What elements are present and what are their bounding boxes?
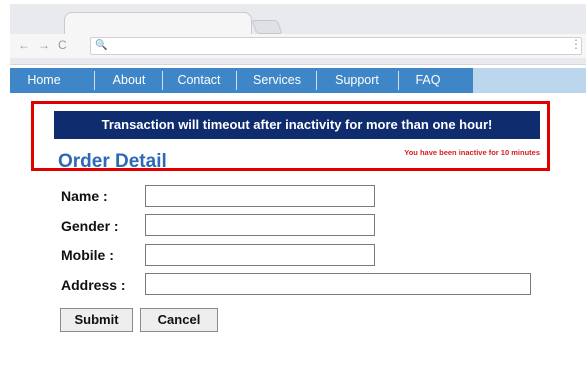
nav-separator — [162, 71, 163, 90]
nav-separator — [94, 71, 95, 90]
nav-separator — [236, 71, 237, 90]
submit-button[interactable]: Submit — [60, 308, 133, 332]
gender-field[interactable] — [145, 214, 375, 236]
nav-item-services[interactable]: Services — [238, 68, 316, 93]
reload-icon[interactable]: C — [58, 38, 67, 52]
address-field[interactable] — [145, 273, 531, 295]
cancel-button[interactable]: Cancel — [140, 308, 218, 332]
nav-item-faq[interactable]: FAQ — [400, 68, 456, 93]
new-tab-button[interactable] — [251, 20, 283, 34]
name-label: Name : — [61, 188, 108, 204]
site-nav: Home About Contact Services Support FAQ — [10, 68, 586, 93]
back-icon[interactable]: ← — [18, 38, 30, 52]
mobile-field[interactable] — [145, 244, 375, 266]
highlight-box — [31, 101, 550, 171]
mobile-label: Mobile : — [61, 247, 114, 263]
browser-window: ← → C 🔍 ⋮ Home About Contact Services Su… — [0, 0, 588, 370]
nav-separator — [316, 71, 317, 90]
address-label: Address : — [61, 277, 126, 293]
browser-toolbar: ← → C 🔍 ⋮ — [10, 34, 586, 58]
nav-item-support[interactable]: Support — [318, 68, 396, 93]
forward-icon[interactable]: → — [38, 38, 50, 52]
nav-item-about[interactable]: About — [96, 68, 162, 93]
name-field[interactable] — [145, 185, 375, 207]
nav-separator — [398, 71, 399, 90]
nav-item-contact[interactable]: Contact — [164, 68, 234, 93]
nav-filler — [473, 68, 586, 93]
address-bar[interactable]: 🔍 — [90, 37, 582, 55]
gender-label: Gender : — [61, 218, 119, 234]
browser-menu-icon[interactable]: ⋮ — [570, 37, 582, 51]
nav-item-home[interactable]: Home — [18, 68, 70, 93]
search-icon: 🔍 — [95, 40, 108, 51]
